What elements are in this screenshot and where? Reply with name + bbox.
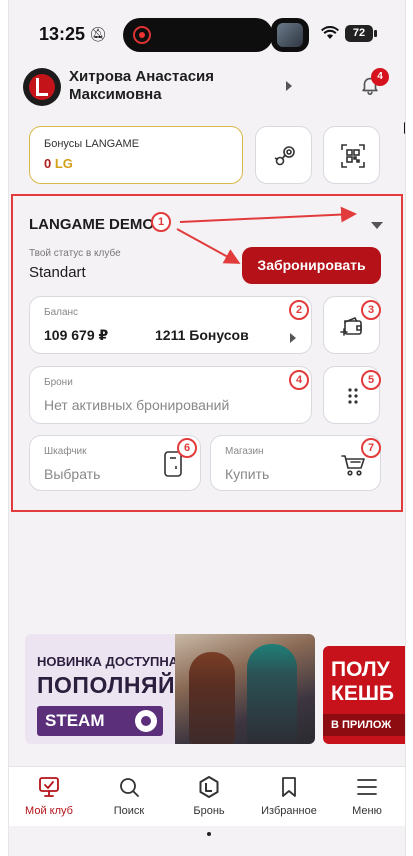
qr-scan-icon (341, 144, 365, 168)
bottom-navigation: Мой клуб Поиск Бронь Избранное Меню (9, 766, 405, 826)
home-indicator (207, 832, 211, 836)
menu-icon (357, 779, 377, 795)
club-status-value: Standart (29, 264, 86, 281)
nav-label: Мой клуб (25, 805, 73, 817)
island-app-icon (271, 18, 309, 52)
banner-steam-badge: STEAM (37, 706, 163, 736)
monitor-icon (39, 777, 59, 797)
bonus-amount-value: 0 (44, 156, 52, 171)
bonus-title: Бонусы LANGAME (44, 138, 140, 150)
club-status-label: Твой статус в клубе (29, 248, 121, 259)
scroll-right-icon[interactable] (404, 122, 405, 134)
locker-value: Выбрать (44, 466, 101, 482)
nav-label: Меню (352, 805, 382, 817)
nav-search[interactable]: Поиск (89, 775, 169, 817)
banner-steam-line1: НОВИНКА ДОСТУПНА! (37, 654, 183, 669)
bookings-value: Нет активных бронирований (44, 397, 230, 413)
wifi-icon (321, 26, 339, 39)
character-illustration (247, 644, 297, 744)
banner-cashback-line2: КЕШБ (331, 682, 395, 705)
nav-label: Избранное (261, 805, 317, 817)
bonus-unit: LG (54, 156, 73, 171)
annotation-marker-5: 5 (361, 370, 381, 390)
steam-promo-banner[interactable]: НОВИНКА ДОСТУПНА! ПОПОЛНЯЙ STEAM (25, 634, 315, 744)
chevron-right-icon (290, 333, 296, 343)
bookmark-icon (282, 777, 296, 797)
cashback-promo-banner[interactable]: ПОЛУ КЕШБ В ПРИЛОЖ (323, 646, 405, 744)
shopping-cart-icon (341, 455, 365, 476)
nav-my-club[interactable]: Мой клуб (9, 775, 89, 817)
bonus-card[interactable]: Бонусы LANGAME 0 LG (29, 126, 243, 184)
balance-money: 109 679 ₽ (44, 327, 109, 343)
annotation-marker-4: 4 (289, 370, 309, 390)
banner-steam-line3: STEAM (45, 711, 105, 730)
langame-logo-icon (199, 776, 219, 798)
shop-value: Купить (225, 466, 270, 482)
recording-icon (133, 26, 151, 44)
balance-bonuses: 1211 Бонусов (155, 327, 249, 343)
banner-game-artwork (175, 634, 315, 744)
balance-card[interactable]: Баланс 109 679 ₽ 1211 Бонусов (29, 296, 312, 354)
bookings-label: Брони (44, 377, 73, 388)
club-name[interactable]: LANGAME DEMO (29, 216, 154, 233)
status-bar: 13:25 🔕︎ 72 (9, 0, 405, 64)
qr-scan-button[interactable] (323, 126, 380, 184)
status-time: 13:25 (39, 24, 86, 44)
wallet-add-icon (340, 316, 362, 336)
banner-cashback-line3: В ПРИЛОЖ (323, 714, 405, 736)
user-name[interactable]: Хитрова Анастасия Максимовна (69, 68, 269, 104)
steam-icon (274, 146, 295, 166)
dynamic-island (123, 18, 273, 52)
silent-bell-icon: 🔕︎ (89, 26, 107, 42)
nav-menu[interactable]: Меню (327, 775, 405, 817)
search-icon (120, 778, 139, 797)
annotation-marker-6: 6 (177, 438, 197, 458)
nav-label: Бронь (193, 805, 225, 817)
balance-label: Баланс (44, 307, 79, 318)
annotation-marker-7: 7 (361, 438, 381, 458)
notification-badge: 4 (371, 68, 389, 86)
battery-cap (374, 30, 377, 37)
bonus-amount: 0 LG (44, 156, 73, 171)
nav-label: Поиск (113, 805, 145, 817)
locker-label: Шкафчик (44, 446, 87, 457)
club-dropdown-icon[interactable] (371, 222, 383, 229)
more-dots-icon (348, 388, 358, 404)
locker-card[interactable]: Шкафчик Выбрать (29, 435, 201, 491)
club-avatar[interactable] (23, 68, 61, 106)
annotation-marker-3: 3 (361, 300, 381, 320)
banner-steam-line2: ПОПОЛНЯЙ (37, 672, 176, 698)
battery-indicator: 72 (345, 25, 373, 42)
shop-label: Магазин (225, 446, 264, 457)
steam-logo-icon (135, 710, 157, 732)
annotation-marker-1: 1 (151, 212, 171, 232)
profile-header[interactable]: Хитрова Анастасия Максимовна 4 (9, 66, 405, 112)
banner-cashback-line1: ПОЛУ (331, 658, 390, 681)
bookings-card[interactable]: Брони Нет активных бронирований (29, 366, 312, 424)
annotation-marker-2: 2 (289, 300, 309, 320)
book-button[interactable]: Забронировать (242, 247, 381, 284)
nav-favorites[interactable]: Избранное (249, 775, 329, 817)
chevron-right-icon[interactable] (286, 81, 292, 91)
character-illustration (189, 652, 235, 744)
nav-booking[interactable]: Бронь (169, 775, 249, 817)
steam-button[interactable] (255, 126, 312, 184)
app-screen: 13:25 🔕︎ 72 Хитрова Анастасия Максимовна… (8, 0, 406, 856)
shop-card[interactable]: Магазин Купить (210, 435, 381, 491)
